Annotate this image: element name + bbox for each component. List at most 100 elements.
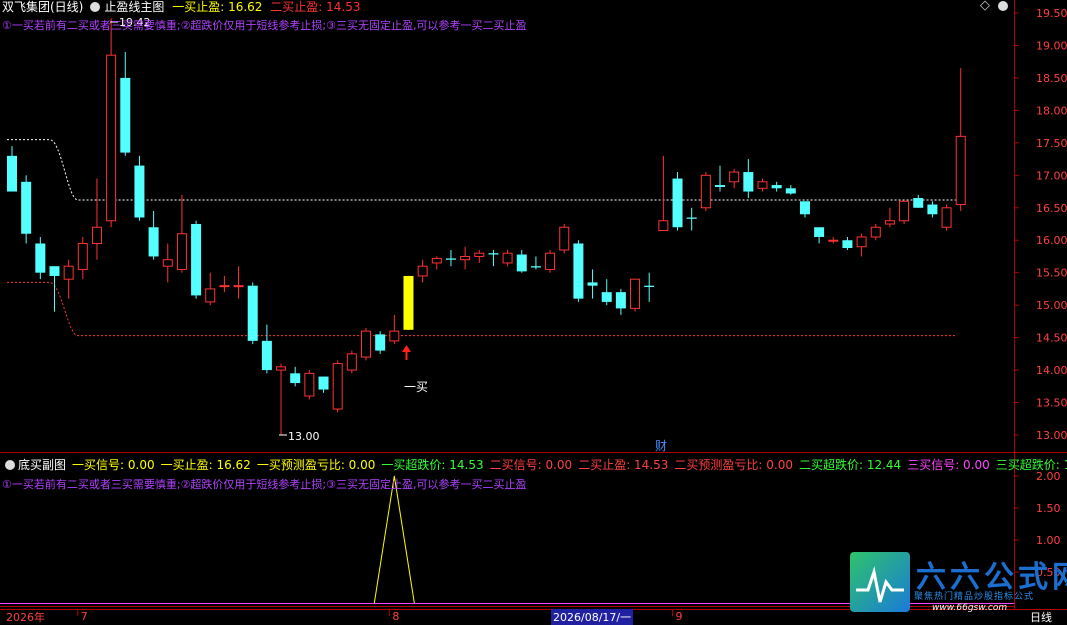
- candle-body: [884, 220, 895, 225]
- candle-body: [941, 207, 952, 228]
- indicator-menu-icon[interactable]: [90, 1, 101, 12]
- candle-body: [474, 252, 485, 257]
- candle-body: [899, 200, 910, 222]
- sub-item-7: 二买超跌价: 12.44: [798, 458, 902, 472]
- price-tick-label: 13.50: [1036, 397, 1067, 410]
- candle-body: [361, 330, 371, 358]
- date-year-label: 2026年: [6, 611, 45, 624]
- sub-header: 底买副图 一买信号: 0.00 一买止盈: 16.62 一买预测盈亏比: 0.00 一买…: [2, 456, 1067, 473]
- price-tick-label: 18.50: [1036, 72, 1067, 85]
- sub-indicator-menu-icon[interactable]: [5, 459, 15, 470]
- candle-body: [276, 366, 287, 371]
- candle-body: [828, 239, 839, 242]
- main-header: 双飞集团(日线) 止盈线主图 一买止盈: 16.62 二买止盈: 14.53: [2, 0, 364, 15]
- price-tick-label: 17.00: [1036, 169, 1067, 182]
- candle-body: [729, 171, 740, 183]
- period-label: 日线: [1030, 611, 1052, 624]
- sub-menu-icon[interactable]: [998, 1, 1008, 11]
- price-tick-label: 19.00: [1036, 39, 1067, 52]
- candle-body: [375, 334, 386, 351]
- candle-body: [247, 285, 258, 341]
- candle-body: [516, 254, 527, 272]
- watermark-pulse-icon: [856, 566, 904, 603]
- main-chart[interactable]: 13.00 13.50 14.00 14.50 15.00 15.50 16.00 16.50…: [0, 0, 1067, 624]
- date-tick-label: 9: [676, 610, 683, 623]
- sub-tick-label: 1.00: [1036, 534, 1061, 547]
- price-tick-label: 15.50: [1036, 267, 1067, 280]
- main-note: ①一买若前有二买或者三买需要慎重;②超跌价仅用于短线参考止损;③三买无固定止盈,…: [2, 19, 527, 32]
- price-tick-label: 16.50: [1036, 202, 1067, 215]
- candle-body: [304, 372, 315, 397]
- candle-body: [715, 185, 725, 187]
- price-tick-label: 14.00: [1036, 364, 1067, 377]
- candle-body: [191, 224, 202, 296]
- candle-body: [134, 165, 145, 218]
- candle-body: [658, 220, 669, 231]
- signal-line: [373, 475, 415, 605]
- price-tick-label: 14.50: [1036, 332, 1067, 345]
- sub-item-6: 二买预测盈亏比: 0.00: [674, 458, 793, 472]
- candle-body: [403, 275, 414, 330]
- candle-body: [63, 265, 74, 280]
- candle-body: [261, 340, 272, 371]
- candle-body: [460, 255, 471, 261]
- candle-body: [587, 282, 598, 286]
- date-tick-label: 7: [81, 610, 88, 623]
- candle-body: [545, 252, 556, 270]
- sub-item-3: 一买超跌价: 14.53: [381, 458, 484, 472]
- candle-body: [771, 185, 782, 189]
- diamond-icon[interactable]: ◇: [980, 0, 990, 13]
- buy-arrow-icon: [402, 345, 411, 360]
- candle-body: [927, 204, 938, 215]
- watermark-slogan: 聚焦热门精品炒股指标公式: [914, 592, 1035, 602]
- sub-items: 一买信号: 0.00 一买止盈: 16.62 一买预测盈亏比: 0.00 一买超跌价:…: [72, 458, 1067, 472]
- candle-body: [219, 285, 230, 288]
- sub-item-5: 二买止盈: 14.53: [578, 458, 669, 472]
- sub-item-8: 三买信号: 0.00: [907, 458, 990, 472]
- price-tick-label: 17.50: [1036, 137, 1067, 150]
- cai-label: 财: [655, 439, 667, 453]
- sub-item-9: 三买超跌价: 1: [995, 458, 1067, 472]
- candle-body: [814, 227, 825, 237]
- candle-body: [672, 178, 683, 228]
- candle-body: [559, 226, 570, 251]
- price-tick-label: 18.00: [1036, 104, 1067, 117]
- candle-body: [106, 54, 117, 222]
- candle-body: [530, 266, 541, 268]
- candle-body: [870, 226, 881, 238]
- sub-note: ①一买若前有二买或者三买需要慎重;②超跌价仅用于短线参考止损;③三买无固定止盈,…: [2, 478, 527, 491]
- buy2-stop-label: 二买止盈: 14.53: [270, 0, 361, 14]
- candle-body: [346, 353, 357, 371]
- candle-body: [630, 278, 641, 309]
- indicator-name[interactable]: 止盈线主图: [104, 0, 164, 14]
- low-marker-label: 13.00: [288, 430, 320, 443]
- candle-body: [176, 233, 187, 270]
- candle-body: [601, 292, 612, 302]
- candle-body: [205, 288, 216, 303]
- candle-body: [120, 77, 131, 153]
- candle-body: [757, 181, 768, 189]
- candle-body: [573, 243, 584, 299]
- candle-body: [856, 236, 867, 248]
- candle-body: [743, 172, 754, 192]
- price-tick-label: 19.50: [1036, 7, 1067, 20]
- candle-body: [318, 376, 329, 390]
- buy1-stop-line: [7, 139, 956, 201]
- candle-body: [488, 253, 499, 255]
- price-axis: 13.00 13.50 14.00 14.50 15.00 15.50 16.00 16.50…: [1014, 7, 1067, 442]
- buy-arrow-head: [402, 345, 411, 352]
- candle-body: [431, 257, 442, 264]
- date-tick-label: 8: [392, 610, 399, 623]
- sub-title[interactable]: 底买副图: [18, 458, 66, 472]
- candle-body: [615, 292, 626, 309]
- stock-title: 双飞集团(日线): [2, 0, 84, 14]
- candle-body: [233, 285, 244, 288]
- buy1-stop-label: 一买止盈: 16.62: [172, 0, 263, 14]
- sub-item-0: 一买信号: 0.00: [72, 458, 155, 472]
- low-marker: 13.00: [279, 430, 320, 443]
- buy2-stop-line: [7, 281, 956, 337]
- candles: [7, 18, 966, 435]
- candle-body: [913, 198, 924, 208]
- candle-body: [389, 330, 400, 342]
- candle-body: [21, 181, 32, 234]
